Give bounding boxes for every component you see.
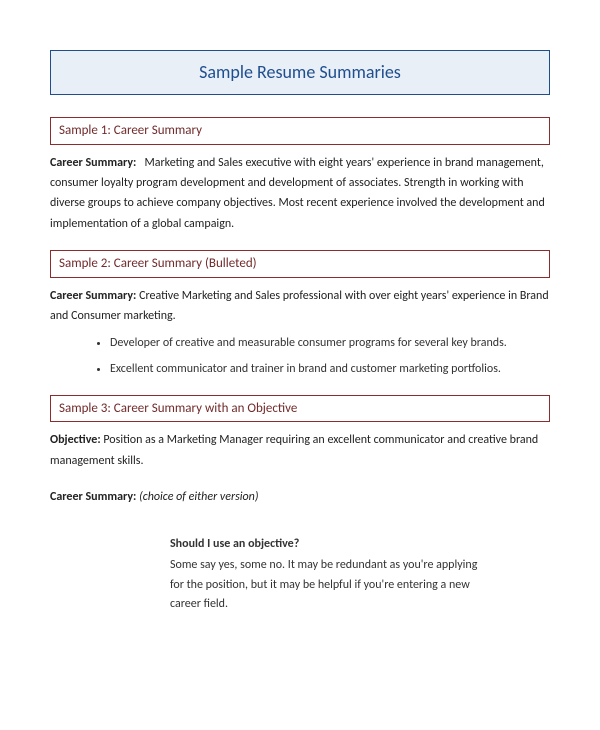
document-title-box: Sample Resume Summaries	[50, 50, 550, 95]
sample-3-label: Objective:	[50, 433, 101, 447]
sample-2-bullets: Developer of creative and measurable con…	[110, 334, 550, 378]
list-item: Excellent communicator and trainer in br…	[110, 360, 550, 379]
sample-2-label: Career Summary:	[50, 289, 136, 303]
sample-2-header: Sample 2: Career Summary (Bulleted)	[50, 250, 550, 278]
sample-1-body: Career Summary: Marketing and Sales exec…	[50, 153, 550, 235]
list-item: Developer of creative and measurable con…	[110, 334, 550, 353]
sample-1-header: Sample 1: Career Summary	[50, 117, 550, 145]
sample-3-summary: Career Summary: (choice of either versio…	[50, 487, 550, 507]
sample-1-label: Career Summary:	[50, 156, 136, 170]
callout-box: Should I use an objective? Some say yes,…	[170, 535, 490, 614]
callout-body: Some say yes, some no. It may be redunda…	[170, 556, 490, 614]
sample-3-label2: Career Summary:	[50, 490, 136, 504]
sample-3-text2: (choice of either version)	[139, 490, 258, 504]
sample-2-body: Career Summary: Creative Marketing and S…	[50, 286, 550, 327]
sample-3-header: Sample 3: Career Summary with an Objecti…	[50, 395, 550, 423]
callout-title: Should I use an objective?	[170, 535, 490, 553]
document-title: Sample Resume Summaries	[199, 61, 401, 83]
sample-3-text: Position as a Marketing Manager requirin…	[50, 433, 538, 467]
sample-3-objective: Objective: Position as a Marketing Manag…	[50, 430, 550, 471]
